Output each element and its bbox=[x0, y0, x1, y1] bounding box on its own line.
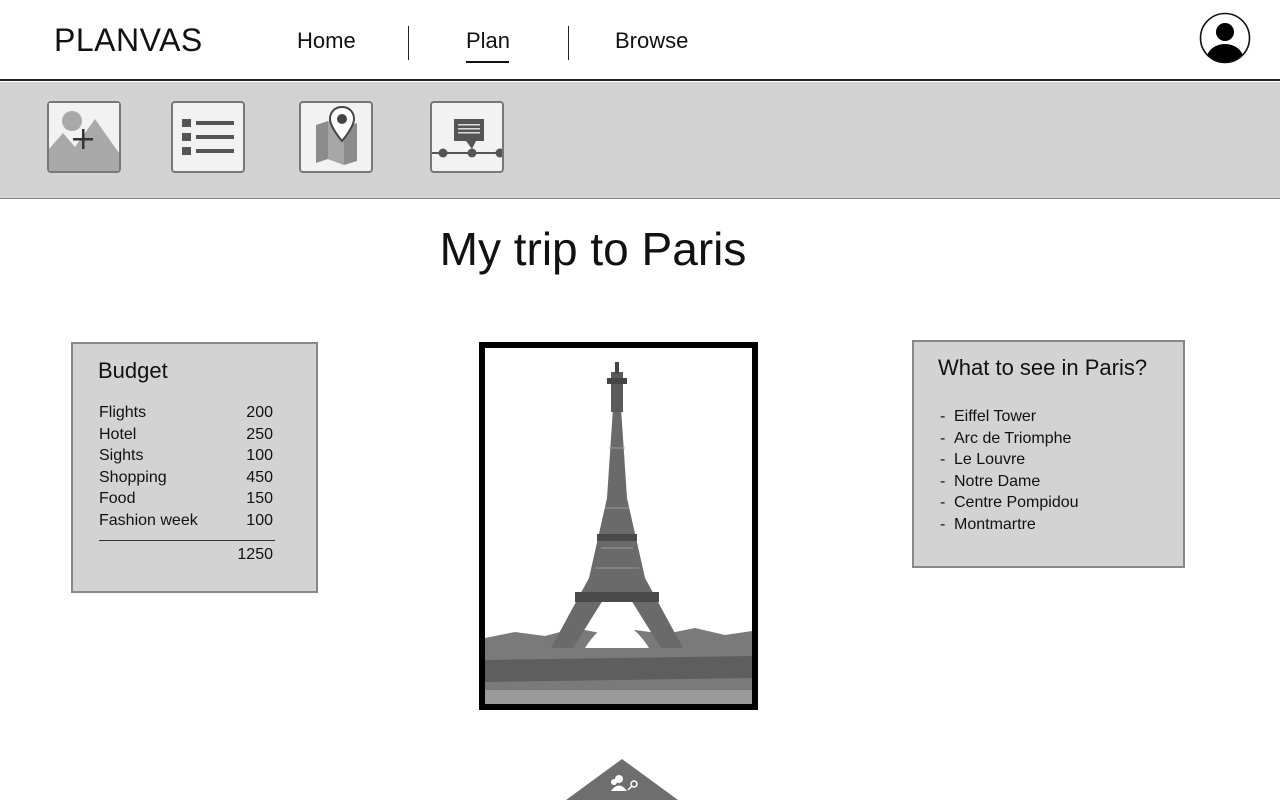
bullet-dash: - bbox=[940, 451, 946, 468]
sights-item-label: Arc de Triomphe bbox=[954, 430, 1072, 447]
eiffel-tower-image bbox=[485, 348, 752, 704]
add-image-icon bbox=[49, 103, 119, 171]
budget-item-name: Flights bbox=[99, 404, 147, 421]
page-title[interactable]: My trip to Paris bbox=[0, 222, 1186, 276]
budget-row: Hotel 250 bbox=[99, 426, 273, 448]
sights-item-label: Notre Dame bbox=[954, 473, 1041, 490]
nav-browse[interactable]: Browse bbox=[615, 28, 688, 54]
budget-total-divider bbox=[99, 540, 275, 541]
add-image-button[interactable] bbox=[47, 101, 121, 173]
budget-item-name: Shopping bbox=[99, 469, 167, 486]
nav-divider bbox=[568, 26, 569, 60]
tool-bar bbox=[0, 82, 1280, 199]
budget-row: Shopping 450 bbox=[99, 469, 273, 491]
budget-total: 1250 bbox=[237, 546, 273, 563]
budget-item-amount: 100 bbox=[246, 447, 273, 464]
budget-row: Food 150 bbox=[99, 490, 273, 512]
nav-divider bbox=[408, 26, 409, 60]
budget-title: Budget bbox=[98, 358, 168, 383]
eiffel-tower-photo[interactable] bbox=[479, 342, 758, 710]
budget-item-name: Fashion week bbox=[99, 512, 198, 529]
list-icon bbox=[182, 119, 234, 155]
nav-plan[interactable]: Plan bbox=[466, 28, 510, 54]
sights-list-item: - Notre Dame bbox=[940, 473, 1040, 491]
sights-item-label: Eiffel Tower bbox=[954, 408, 1037, 425]
sights-list-item: - Le Louvre bbox=[940, 451, 1025, 469]
timeline-comment-icon bbox=[432, 119, 502, 158]
budget-item-amount: 200 bbox=[246, 404, 273, 421]
budget-item-amount: 100 bbox=[246, 512, 273, 529]
budget-row: Flights 200 bbox=[99, 404, 273, 426]
sights-list-item: - Centre Pompidou bbox=[940, 494, 1079, 512]
timeline-button[interactable] bbox=[430, 101, 504, 173]
budget-item-name: Food bbox=[99, 490, 136, 507]
budget-item-amount: 450 bbox=[246, 469, 273, 486]
budget-item-amount: 150 bbox=[246, 490, 273, 507]
budget-item-name: Hotel bbox=[99, 426, 137, 443]
collaborators-tab-button[interactable] bbox=[566, 759, 678, 800]
people-search-icon bbox=[566, 759, 678, 800]
sights-list-item: - Eiffel Tower bbox=[940, 408, 1036, 426]
app-logo[interactable]: PLANVAS bbox=[54, 22, 203, 59]
bullet-dash: - bbox=[940, 516, 946, 533]
budget-card[interactable]: Budget Flights 200 Hotel 250 Sights 100 … bbox=[71, 342, 318, 593]
budget-row: Sights 100 bbox=[99, 447, 273, 469]
sights-card[interactable]: What to see in Paris? - Eiffel Tower - Arc… bbox=[912, 340, 1185, 568]
budget-item-name: Sights bbox=[99, 447, 144, 464]
nav-active-underline bbox=[466, 61, 509, 63]
bullet-dash: - bbox=[940, 473, 946, 490]
user-avatar-icon[interactable] bbox=[1199, 12, 1251, 64]
bullet-dash: - bbox=[940, 430, 946, 447]
map-pin-icon bbox=[316, 105, 357, 165]
budget-row: Fashion week 100 bbox=[99, 512, 273, 534]
bullet-dash: - bbox=[940, 408, 946, 425]
budget-item-amount: 250 bbox=[246, 426, 273, 443]
sights-item-label: Centre Pompidou bbox=[954, 494, 1079, 511]
nav-home[interactable]: Home bbox=[297, 28, 356, 54]
sights-title: What to see in Paris? bbox=[938, 355, 1148, 380]
list-button[interactable] bbox=[171, 101, 245, 173]
sights-item-label: Le Louvre bbox=[954, 451, 1026, 468]
sights-list-item: - Montmartre bbox=[940, 516, 1036, 534]
map-button[interactable] bbox=[299, 101, 373, 173]
top-header: PLANVAS Home Plan Browse bbox=[0, 0, 1280, 81]
sights-list-item: - Arc de Triomphe bbox=[940, 430, 1071, 448]
bullet-dash: - bbox=[940, 494, 946, 511]
sights-item-label: Montmartre bbox=[954, 516, 1036, 533]
